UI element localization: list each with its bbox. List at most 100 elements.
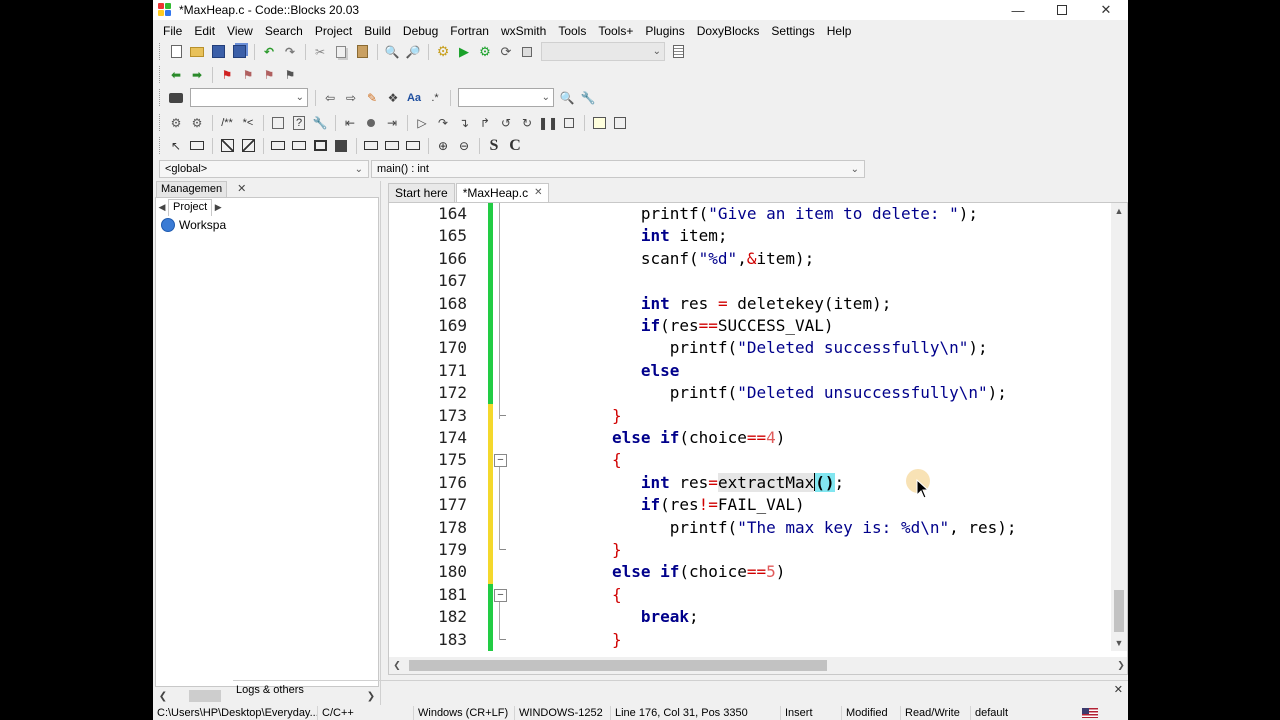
- doxyblocks-button[interactable]: ⚙: [166, 113, 186, 133]
- toggle-bookmark-button[interactable]: ⚑: [217, 65, 237, 85]
- management-title[interactable]: Managemen: [156, 181, 228, 197]
- next-bookmark-button[interactable]: ⚑: [259, 65, 279, 85]
- sizer-button-3[interactable]: [403, 136, 423, 156]
- minimize-button[interactable]: —: [996, 0, 1040, 20]
- code-editor[interactable]: 164 165 166 167 168 169 170 171 172 173 …: [388, 202, 1128, 675]
- find-button[interactable]: 🔍: [382, 42, 402, 62]
- pointer-tool-button[interactable]: ↖: [166, 136, 186, 156]
- match-case-button[interactable]: Aa: [404, 88, 424, 108]
- run-button[interactable]: ▶: [454, 42, 474, 62]
- toggle-breakpoint-button[interactable]: [361, 113, 381, 133]
- tab-scroll-right-icon[interactable]: ▶: [212, 202, 224, 213]
- extract-doc-button[interactable]: [268, 113, 288, 133]
- clear-search-button[interactable]: [166, 88, 186, 108]
- line-comment-button[interactable]: *<: [238, 113, 258, 133]
- function-select[interactable]: main() : int ⌄: [371, 160, 865, 178]
- scroll-thumb[interactable]: [1114, 590, 1124, 632]
- menu-settings[interactable]: Settings: [765, 21, 820, 41]
- code-search-input[interactable]: ⌄: [458, 88, 554, 107]
- toolbar-grip[interactable]: [159, 43, 162, 60]
- insert-widget-button[interactable]: [187, 136, 207, 156]
- debug-windows-button[interactable]: [589, 113, 609, 133]
- selected-text-button[interactable]: ❖: [383, 88, 403, 108]
- scroll-down-icon[interactable]: ▼: [1111, 635, 1127, 651]
- find-previous-button[interactable]: ⇦: [320, 88, 340, 108]
- menu-edit[interactable]: Edit: [188, 21, 221, 41]
- scroll-up-icon[interactable]: ▲: [1111, 203, 1127, 219]
- toolbar-grip[interactable]: [159, 66, 162, 83]
- tab-scroll-left-icon[interactable]: ◀: [156, 202, 168, 213]
- menu-project[interactable]: Project: [309, 21, 358, 41]
- step-into-button[interactable]: ↴: [454, 113, 474, 133]
- sizer-button-1[interactable]: [361, 136, 381, 156]
- paste-button[interactable]: [352, 42, 372, 62]
- find-next-button[interactable]: ⇨: [341, 88, 361, 108]
- block-comment-button[interactable]: /**: [217, 113, 237, 133]
- search-options-button[interactable]: 🔍: [557, 88, 577, 108]
- open-file-button[interactable]: [187, 42, 207, 62]
- menu-search[interactable]: Search: [259, 21, 309, 41]
- toolbar-grip[interactable]: [159, 137, 162, 154]
- pause-button[interactable]: ❚❚: [538, 113, 558, 133]
- doxy-config-button[interactable]: 🔧: [310, 113, 330, 133]
- highlight-button[interactable]: ✎: [362, 88, 382, 108]
- scroll-thumb[interactable]: [189, 690, 221, 702]
- save-all-button[interactable]: [229, 42, 249, 62]
- insert-into-button[interactable]: [217, 136, 237, 156]
- replace-button[interactable]: 🔎: [403, 42, 423, 62]
- jump-forward-button[interactable]: ➡: [187, 65, 207, 85]
- menu-view[interactable]: View: [221, 21, 259, 41]
- save-button[interactable]: [208, 42, 228, 62]
- s-button[interactable]: S: [484, 136, 504, 156]
- abort-button[interactable]: [517, 42, 537, 62]
- copy-button[interactable]: [331, 42, 351, 62]
- build-button[interactable]: ⚙: [433, 42, 453, 62]
- tab-maxheap[interactable]: *MaxHeap.c ✕: [455, 183, 550, 202]
- workspace-node[interactable]: Workspa: [156, 216, 378, 234]
- scroll-left-icon[interactable]: ❮: [389, 660, 405, 671]
- previous-bookmark-button[interactable]: ⚑: [238, 65, 258, 85]
- code-text[interactable]: printf("Give an item to delete: "); int …: [506, 203, 1111, 651]
- jump-back-button[interactable]: ⬅: [166, 65, 186, 85]
- preview-button[interactable]: [310, 136, 330, 156]
- menu-debug[interactable]: Debug: [397, 21, 444, 41]
- delete-widget-button[interactable]: [289, 136, 309, 156]
- menu-wxsmith[interactable]: wxSmith: [495, 21, 552, 41]
- sizer-button-2[interactable]: [382, 136, 402, 156]
- run-to-cursor-button[interactable]: ⇥: [382, 113, 402, 133]
- close-icon[interactable]: ✕: [1114, 683, 1123, 696]
- menu-tools[interactable]: Tools: [552, 21, 592, 41]
- logs-title[interactable]: Logs & others: [236, 684, 304, 696]
- insert-after-button[interactable]: [268, 136, 288, 156]
- menu-fortran[interactable]: Fortran: [444, 21, 495, 41]
- c-button[interactable]: C: [505, 136, 525, 156]
- regex-button[interactable]: .*: [425, 88, 445, 108]
- build-target-select[interactable]: ⌄: [541, 42, 665, 61]
- menu-file[interactable]: File: [157, 21, 188, 41]
- scroll-thumb[interactable]: [409, 660, 827, 671]
- undo-button[interactable]: ↶: [259, 42, 279, 62]
- new-file-button[interactable]: [166, 42, 186, 62]
- show-select-target-button[interactable]: [668, 42, 688, 62]
- maximize-button[interactable]: [1040, 0, 1084, 20]
- next-instruction-button[interactable]: ↺: [496, 113, 516, 133]
- menu-help[interactable]: Help: [821, 21, 858, 41]
- zoom-out-button[interactable]: ⊖: [454, 136, 474, 156]
- tab-projects[interactable]: Project: [168, 198, 213, 216]
- close-icon[interactable]: ✕: [237, 181, 246, 197]
- clear-bookmarks-button[interactable]: ⚑: [280, 65, 300, 85]
- debug-start-button[interactable]: ⇤: [340, 113, 360, 133]
- menu-build[interactable]: Build: [358, 21, 397, 41]
- build-and-run-button[interactable]: ⚙: [475, 42, 495, 62]
- scroll-right-icon[interactable]: ❯: [1113, 660, 1127, 671]
- debug-info-button[interactable]: [610, 113, 630, 133]
- insert-before-button[interactable]: [238, 136, 258, 156]
- step-instruction-button[interactable]: ↻: [517, 113, 537, 133]
- scope-select[interactable]: <global> ⌄: [159, 160, 369, 178]
- cut-button[interactable]: ✂: [310, 42, 330, 62]
- step-out-button[interactable]: ↱: [475, 113, 495, 133]
- search-input[interactable]: ⌄: [190, 88, 308, 107]
- close-window-button[interactable]: ✕: [1084, 0, 1128, 20]
- editor-hscrollbar[interactable]: ❮ ❯: [389, 657, 1127, 674]
- tab-start-here[interactable]: Start here: [388, 183, 455, 202]
